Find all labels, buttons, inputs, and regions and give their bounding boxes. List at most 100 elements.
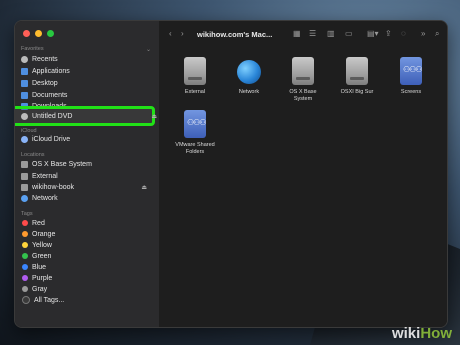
more-icon[interactable]: » xyxy=(421,29,425,39)
cloud-icon xyxy=(21,135,28,143)
sidebar-item-recents[interactable]: Recents xyxy=(21,54,155,64)
window-title: wikihow.com's Mac... xyxy=(197,30,273,39)
traffic-lights xyxy=(23,30,54,37)
sidebar-item-tag-red[interactable]: Red xyxy=(21,218,155,228)
sidebar-item-tag-purple[interactable]: Purple xyxy=(21,273,155,283)
sidebar-item-label: Red xyxy=(32,219,45,227)
sidebar: Favorites ⌄ Recents Applications Desktop… xyxy=(15,21,159,327)
sidebar-item-icloud-drive[interactable]: iCloud Drive xyxy=(21,134,155,144)
hard-disk-icon xyxy=(292,57,314,85)
file-item-label: OSXI Big Sur xyxy=(340,89,374,95)
sidebar-item-desktop[interactable]: Desktop xyxy=(21,78,155,88)
tag-dot-icon xyxy=(22,286,28,292)
file-item-label: VMware Shared Folders xyxy=(175,142,215,155)
file-item-screens[interactable]: ⚇⚇⚇ Screens xyxy=(385,57,437,96)
favorites-header: Favorites xyxy=(21,46,44,52)
sidebar-item-label: Recents xyxy=(32,55,58,63)
hard-disk-icon xyxy=(184,57,206,85)
close-button[interactable] xyxy=(23,30,30,37)
sidebar-item-label: Network xyxy=(32,194,58,202)
sidebar-item-label: All Tags... xyxy=(34,296,65,304)
disk-icon xyxy=(21,172,28,180)
column-view-icon[interactable]: ▥ xyxy=(327,29,335,39)
sidebar-item-label: Documents xyxy=(32,91,68,99)
file-item-osxi-big-sur[interactable]: OSXI Big Sur xyxy=(331,57,383,96)
sidebar-item-documents[interactable]: Documents xyxy=(21,90,155,100)
search-icon[interactable]: ⌕ xyxy=(435,29,439,39)
file-item-external[interactable]: External xyxy=(169,57,221,96)
file-item-label: Network xyxy=(238,89,260,95)
wikihow-watermark: wikiHow xyxy=(392,325,452,342)
shared-screen-icon: ⚇⚇⚇ xyxy=(400,57,423,85)
sidebar-item-label: Untitled DVD xyxy=(32,112,73,120)
group-icon[interactable]: ▤▾ xyxy=(367,29,379,39)
sidebar-item-label: wikihow-book xyxy=(32,183,75,191)
back-icon[interactable]: ‹ xyxy=(169,29,172,39)
sidebar-item-tag-yellow[interactable]: Yellow xyxy=(21,240,155,250)
gallery-view-icon[interactable]: ▭ xyxy=(345,29,353,39)
icon-view-icon[interactable]: ▦ xyxy=(293,29,301,39)
sidebar-item-label: Purple xyxy=(32,274,53,282)
chevron-down-icon[interactable]: ⌄ xyxy=(146,46,151,53)
minimize-button[interactable] xyxy=(35,30,42,37)
sidebar-item-label: OS X Base System xyxy=(32,160,92,168)
eject-icon[interactable]: ⏏ xyxy=(151,113,157,120)
file-item-label: OS X Base System xyxy=(289,89,317,102)
sidebar-item-label: Green xyxy=(32,252,52,260)
sidebar-item-label: Orange xyxy=(32,230,56,238)
tag-dot-icon xyxy=(22,220,28,226)
watermark-part2: How xyxy=(420,325,452,342)
toolbar: ‹ › wikihow.com's Mac... ▦ ☰ ▥ ▭ ▤▾ ⇪ ◌ … xyxy=(159,21,447,47)
list-view-icon[interactable]: ☰ xyxy=(309,29,316,39)
applications-icon xyxy=(21,67,28,75)
hard-disk-icon xyxy=(346,57,368,85)
locations-header: Locations xyxy=(21,152,45,158)
tag-dot-icon xyxy=(22,275,28,281)
sidebar-item-tag-green[interactable]: Green xyxy=(21,251,155,261)
content-area: ‹ › wikihow.com's Mac... ▦ ☰ ▥ ▭ ▤▾ ⇪ ◌ … xyxy=(159,21,447,327)
sidebar-item-network[interactable]: Network xyxy=(21,193,155,203)
sidebar-item-label: Applications xyxy=(32,67,70,75)
sidebar-item-label: iCloud Drive xyxy=(32,135,71,143)
zoom-button[interactable] xyxy=(47,30,54,37)
tags-header: Tags xyxy=(21,211,33,217)
sidebar-item-label: Yellow xyxy=(32,241,52,249)
tag-dot-icon xyxy=(22,242,28,248)
share-icon[interactable]: ⇪ xyxy=(385,29,392,39)
tag-dot-icon xyxy=(22,253,28,259)
tag-dot-icon xyxy=(22,231,28,237)
file-item-os-x-base-system[interactable]: OS X Base System xyxy=(277,57,329,103)
sidebar-item-all-tags[interactable]: All Tags... xyxy=(21,295,155,305)
file-item-label: External xyxy=(184,89,206,95)
sidebar-item-applications[interactable]: Applications xyxy=(21,66,155,76)
sidebar-item-os-x-base-system[interactable]: OS X Base System xyxy=(21,159,155,169)
all-tags-icon xyxy=(22,296,30,304)
finder-window: Favorites ⌄ Recents Applications Desktop… xyxy=(14,20,448,328)
sidebar-item-label: Desktop xyxy=(32,79,58,87)
desktop-icon xyxy=(21,79,28,87)
network-globe-icon xyxy=(237,60,261,84)
watermark-part1: wiki xyxy=(391,325,421,342)
disc-icon xyxy=(21,112,28,120)
disk-icon xyxy=(21,160,28,168)
file-item-network[interactable]: Network xyxy=(223,57,275,96)
eject-icon[interactable]: ⏏ xyxy=(141,184,147,191)
disk-icon xyxy=(21,183,28,191)
sidebar-item-tag-orange[interactable]: Orange xyxy=(21,229,155,239)
sidebar-item-label: Blue xyxy=(32,263,47,271)
shared-folder-icon: ⚇⚇⚇ xyxy=(184,110,207,138)
forward-icon[interactable]: › xyxy=(181,29,184,39)
sidebar-item-label: Gray xyxy=(32,285,48,293)
document-icon xyxy=(21,91,28,99)
sidebar-item-tag-blue[interactable]: Blue xyxy=(21,262,155,272)
sidebar-item-tag-gray[interactable]: Gray xyxy=(21,284,155,294)
sidebar-item-label: External xyxy=(32,172,58,180)
file-item-label: Screens xyxy=(400,89,422,95)
network-icon xyxy=(21,194,28,202)
file-item-vmware-shared-folders[interactable]: ⚇⚇⚇ VMware Shared Folders xyxy=(169,110,221,156)
tag-icon[interactable]: ◌ xyxy=(401,29,406,39)
clock-icon xyxy=(21,55,28,63)
sidebar-item-untitled-dvd[interactable]: Untitled DVD ⏏ xyxy=(21,111,157,121)
sidebar-item-external[interactable]: External xyxy=(21,171,155,181)
sidebar-item-wikihow-book[interactable]: wikihow-book ⏏ xyxy=(21,182,155,192)
